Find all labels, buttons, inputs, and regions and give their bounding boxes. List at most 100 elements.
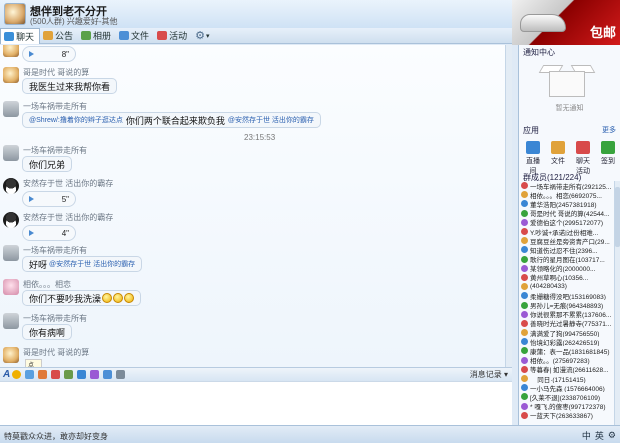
no-notice-text: 暂无通知 [555,105,584,112]
member-item[interactable]: 康蒲：表一品(1831681845) [519,346,615,356]
tab-files[interactable]: 文件 [116,28,154,44]
member-item[interactable]: 豆腐豆丝是旁资青产口(29... [519,236,615,245]
emoji-icon[interactable] [12,370,22,379]
image-icon[interactable] [64,370,74,379]
avatar[interactable] [3,347,19,363]
font-icon[interactable]: A [3,369,10,380]
avatar[interactable] [3,178,19,194]
member-item[interactable]: 善晓时光过暑静寺(775371... [519,319,615,328]
chat-messages[interactable]: 8" 哥是时代 哥说的算 我医生过来我帮你看 一场车祸带走所有 @Shrew/:… [0,45,512,367]
window-subtitle: (500人群) 兴趣爱好-其他 [30,17,118,26]
avatar[interactable] [3,245,19,261]
avatar[interactable] [3,212,19,228]
gear-icon[interactable]: ⚙ [608,430,616,441]
member-avatar-icon [521,264,528,272]
member-item[interactable]: [久莱不退](2338706109) [519,392,615,402]
chat-scrollbar[interactable] [505,45,512,367]
member-name: [久莱不退](2338706109) [530,394,601,402]
avatar[interactable] [3,313,19,329]
message-history-button[interactable]: 消息记录 ▾ [470,369,508,380]
voice-message[interactable]: 5" [22,191,76,207]
member-name: 你说很累那不累累(137606... [530,312,612,319]
app-live[interactable]: 直播间 [523,141,543,176]
tab-announcement[interactable]: 公告 [40,28,78,44]
member-item[interactable]: 知道伤过忍不住(2396... [519,245,615,255]
member-name: 男孙儿=无痕(964348893) [530,303,604,310]
more-apps-link[interactable]: 更多 [602,125,616,135]
avatar[interactable] [3,67,19,83]
mention-text[interactable]: @安然存于世 活出你的霸存 [49,259,135,269]
app-label: 签到 [601,158,615,165]
shake-icon[interactable] [38,370,48,379]
member-item[interactable]: 柔姗糖得没吧(153169083) [519,291,615,300]
app-list: 直播间 文件 聊天活动 签到 [523,141,618,176]
mention-text[interactable]: @安然存于世 活出你的霸存 [228,115,314,125]
tab-activity[interactable]: 活动 [154,28,192,44]
member-list[interactable]: 一场车祸带走所有(292125... 相依。。。相恋(6692075... 董华浩阳… [519,181,615,425]
member-item[interactable]: 某领略化的(2000000... [519,264,615,273]
member-item[interactable]: * 嘎飞,的傻枣(997172378) [519,402,615,411]
avatar[interactable] [3,279,19,295]
member-name: 豆腐豆丝是旁资青产口(29... [530,238,610,246]
message-bubble: 我医生过来我帮你看 [22,78,118,94]
app-activity[interactable]: 聊天活动 [573,141,593,176]
app-checkin[interactable]: 签到 [598,141,618,176]
right-panel: 通知中心 暂无通知 应用 更多 直播间 文件 聊天活动 签到 群成员(121/2… [518,45,620,425]
tab-chat[interactable]: 聊天 [0,27,41,44]
voice-icon[interactable] [51,370,61,379]
group-avatar[interactable] [4,3,26,25]
ime-english-icon[interactable]: 英 [595,429,604,442]
member-item[interactable]: 一蓝天下(263633867) [519,411,615,420]
member-avatar-icon [521,375,528,383]
member-name: 黄州草啊心(10356... [530,275,589,283]
member-item[interactable]: __同日·(17151415) [519,374,615,383]
avatar[interactable] [3,101,19,117]
shoe-image [520,14,566,32]
member-scrollbar[interactable] [614,181,620,425]
member-item[interactable]: Y.吵诚+承诺|过份相难... [519,227,615,236]
mention-text[interactable]: @Shrew/:撸着你的辫子逛达点 [29,115,123,125]
avatar[interactable] [3,45,19,57]
member-item[interactable]: 黄州草啊心(10356... [519,273,615,282]
member-item[interactable]: 等暮春| 如漫流(26611628... [519,365,615,374]
member-item[interactable]: 一场车祸带走所有(292125... [519,181,615,190]
member-item[interactable]: 满满爱了狗(994756550) [519,328,615,337]
message-input[interactable] [0,381,512,425]
screenshot-icon[interactable] [77,370,87,379]
ad-banner[interactable]: 包邮 [512,0,620,45]
member-avatar-icon [521,273,528,281]
scroll-thumb[interactable] [615,187,620,247]
sender-name: 哥是时代 哥说的算 [23,348,90,357]
magic-icon[interactable] [25,370,35,379]
member-item[interactable]: 你说很累那不累累(137606... [519,310,615,319]
music-icon[interactable] [90,370,100,379]
member-item[interactable]: 歌行的星月图在(103717... [519,255,615,264]
sender-name: 一场车祸带走所有 [23,246,87,255]
settings-button[interactable]: ⚙ ▾ [192,28,214,44]
member-avatar-icon [521,329,528,337]
message-bubble: 好呀 @安然存于世 活出你的霸存 [22,256,143,272]
message-text: 好呀 [29,259,48,270]
more-tools-icon[interactable] [116,370,126,379]
member-item[interactable]: 哥是时代 哥说的算(42544... [519,209,615,218]
chevron-down-icon: ▾ [205,32,210,40]
video-icon[interactable] [103,370,113,379]
member-item[interactable]: 相依。。。相恋(6692075... [519,190,615,199]
message-text: 我医生过来我帮你看 [29,81,111,92]
avatar[interactable] [3,145,19,161]
member-item[interactable]: (404280433) [519,282,615,291]
tab-album[interactable]: 相册 [78,28,116,44]
app-files[interactable]: 文件 [548,141,568,176]
ime-chinese-icon[interactable]: 中 [582,429,591,442]
voice-message[interactable]: 8" [22,46,76,62]
play-icon [29,230,34,236]
apps-title: 应用 [523,126,539,135]
member-item[interactable]: 男孙儿=无痕(964348893) [519,300,615,310]
gear-icon: ⚙ [195,30,205,42]
member-item[interactable]: 董华浩阳(2457381918) [519,199,615,209]
member-item[interactable]: 怡境幻彩露(262426519) [519,337,615,346]
member-item[interactable]: 爱德伯这个(2995172077) [519,218,615,227]
member-item[interactable]: 一小马先森 (1576664006) [519,383,615,392]
member-item[interactable]: 相依。。(275697283) [519,356,615,365]
voice-message[interactable]: 4" [22,225,76,241]
